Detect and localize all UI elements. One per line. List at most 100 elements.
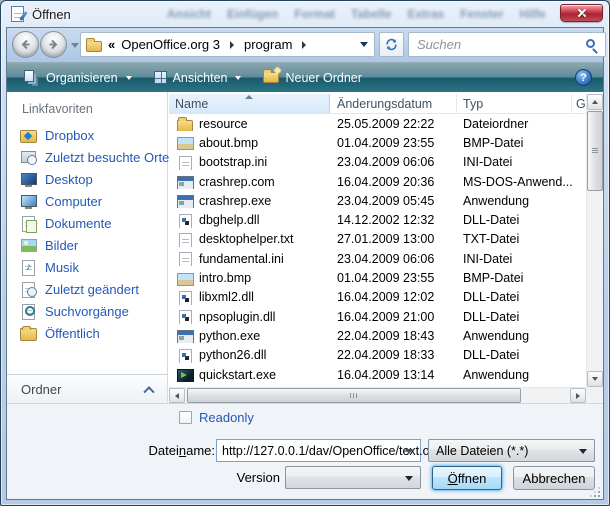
column-headers: Name Änderungsdatum Typ G <box>169 94 586 114</box>
sidebar-item-searches[interactable]: Suchvorgänge <box>7 300 167 322</box>
sidebar-item-recent-places[interactable]: Zuletzt besuchte Orte <box>7 146 167 168</box>
scroll-up-button[interactable] <box>587 94 603 110</box>
chevron-down-icon[interactable] <box>405 449 413 454</box>
file-row[interactable]: npsoplugin.dll 16.04.2009 21:00 DLL-Date… <box>169 307 586 326</box>
searches-icon <box>20 303 37 319</box>
filename-input[interactable]: http://127.0.0.1/dav/OpenOffice/text.odt <box>216 439 421 462</box>
dll-file-icon <box>177 348 193 363</box>
file-list: resource 25.05.2009 22:22 Dateiordner ab… <box>169 114 586 387</box>
column-header-name[interactable]: Name <box>169 94 330 113</box>
scroll-down-button[interactable] <box>587 371 603 387</box>
breadcrumb-separator-icon[interactable] <box>302 41 306 49</box>
triangle-down-icon <box>592 377 598 381</box>
favorites-list: Dropbox Zuletzt besuchte Orte Desktop Co… <box>7 124 167 344</box>
sidebar-item-computer[interactable]: Computer <box>7 190 167 212</box>
sidebar-item-dropbox[interactable]: Dropbox <box>7 124 167 146</box>
views-icon <box>154 71 167 84</box>
column-header-date[interactable]: Änderungsdatum <box>330 94 457 113</box>
scroll-left-button[interactable] <box>169 388 185 403</box>
readonly-option: Readonly <box>179 410 254 425</box>
file-row[interactable]: about.bmp 01.04.2009 23:55 BMP-Datei <box>169 133 586 152</box>
filename-label: Dateiname: <box>97 443 215 458</box>
background-menu-text: Ansicht Einfügen Format Tabelle Extras F… <box>167 7 546 21</box>
version-dropdown[interactable] <box>285 466 421 489</box>
organize-button[interactable]: Organisieren <box>15 66 141 90</box>
horizontal-scrollbar[interactable] <box>169 387 586 403</box>
text-file-icon <box>177 232 193 247</box>
search-input[interactable]: Suchen <box>408 32 606 57</box>
horizontal-scrollbar-thumb[interactable] <box>187 388 521 403</box>
file-row[interactable]: fundamental.ini 23.04.2009 06:06 INI-Dat… <box>169 249 586 268</box>
views-button[interactable]: Ansichten <box>145 66 251 90</box>
titlebar[interactable]: Ansicht Einfügen Format Tabelle Extras F… <box>1 1 609 27</box>
breadcrumb-separator-icon[interactable] <box>230 41 234 49</box>
close-button[interactable] <box>560 4 603 22</box>
file-row[interactable]: intro.bmp 01.04.2009 23:55 BMP-Datei <box>169 268 586 287</box>
navigation-bar: « OpenOffice.org 3 program Suchen <box>7 28 603 62</box>
sidebar-item-documents[interactable]: Dokumente <box>7 212 167 234</box>
dialog-client-area: « OpenOffice.org 3 program Suchen <box>6 27 604 500</box>
scrollbar-corner <box>586 387 603 403</box>
open-button[interactable]: Öffnen <box>432 466 502 490</box>
file-row[interactable]: quickstart.exe 16.04.2009 13:14 Anwendun… <box>169 365 586 384</box>
filetype-dropdown[interactable]: Alle Dateien (*.*) <box>428 439 595 462</box>
dll-file-icon <box>177 290 193 305</box>
filetype-value: Alle Dateien (*.*) <box>436 444 528 458</box>
chevron-down-icon <box>579 449 587 454</box>
desktop-icon <box>20 171 37 187</box>
breadcrumb-item-openoffice[interactable]: OpenOffice.org 3 <box>118 36 223 53</box>
file-row[interactable]: crashrep.exe 23.04.2009 05:45 Anwendung <box>169 191 586 210</box>
file-row[interactable]: resource 25.05.2009 22:22 Dateiordner <box>169 114 586 133</box>
vertical-scrollbar-thumb[interactable] <box>587 111 603 191</box>
back-button[interactable] <box>12 31 39 58</box>
refresh-button[interactable] <box>379 32 404 57</box>
arrow-right-icon <box>47 38 60 51</box>
documents-icon <box>20 215 37 231</box>
quickstart-file-icon <box>177 367 193 382</box>
breadcrumb-item-program[interactable]: program <box>241 36 295 53</box>
readonly-label[interactable]: Readonly <box>199 410 254 425</box>
application-file-icon <box>177 193 193 208</box>
cancel-button[interactable]: Abbrechen <box>513 466 595 490</box>
folders-expander[interactable]: Ordner <box>7 374 167 403</box>
file-row[interactable]: dbghelp.dll 14.12.2002 12:32 DLL-Datei <box>169 210 586 229</box>
breadcrumb-overflow-chevrons[interactable]: « <box>108 37 115 52</box>
folders-label: Ordner <box>21 382 61 397</box>
column-header-type[interactable]: Typ <box>457 94 572 113</box>
public-folder-icon <box>20 325 37 341</box>
search-icon[interactable] <box>586 39 595 48</box>
arrow-left-icon <box>19 38 32 51</box>
sidebar-item-pictures[interactable]: Bilder <box>7 234 167 256</box>
column-header-size[interactable]: G <box>572 94 586 113</box>
address-dropdown-button[interactable] <box>354 33 374 56</box>
version-label: Version <box>220 470 280 485</box>
help-button[interactable]: ? <box>575 69 592 86</box>
sidebar-item-public[interactable]: Öffentlich <box>7 322 167 344</box>
text-file-icon <box>177 155 193 170</box>
favorites-sidebar: Linkfavoriten Dropbox Zuletzt besuchte O… <box>7 92 168 403</box>
file-row[interactable]: desktophelper.txt 27.01.2009 13:00 TXT-D… <box>169 230 586 249</box>
open-dialog-window: Ansicht Einfügen Format Tabelle Extras F… <box>0 0 610 506</box>
sidebar-item-music[interactable]: Musik <box>7 256 167 278</box>
file-row[interactable]: bootstrap.ini 23.04.2009 06:06 INI-Datei <box>169 153 586 172</box>
forward-button[interactable] <box>40 31 67 58</box>
resize-grip[interactable] <box>589 486 600 497</box>
dropbox-folder-icon <box>20 127 37 143</box>
readonly-checkbox[interactable] <box>179 411 192 424</box>
chevron-down-icon <box>126 76 132 80</box>
breadcrumb[interactable]: « OpenOffice.org 3 program <box>80 32 375 57</box>
sidebar-item-desktop[interactable]: Desktop <box>7 168 167 190</box>
recent-places-icon <box>20 149 37 165</box>
chevron-up-icon <box>143 386 154 397</box>
file-row[interactable]: python.exe 22.04.2009 18:43 Anwendung <box>169 326 586 345</box>
file-row[interactable]: libxml2.dll 16.04.2009 12:02 DLL-Datei <box>169 288 586 307</box>
chevron-down-icon <box>360 42 368 47</box>
scroll-right-button[interactable] <box>570 388 586 403</box>
file-row[interactable]: crashrep.com 16.04.2009 20:36 MS-DOS-Anw… <box>169 172 586 191</box>
organize-label: Organisieren <box>46 71 118 85</box>
new-folder-button[interactable]: Neuer Ordner <box>254 66 370 90</box>
recent-pages-dropdown[interactable] <box>71 43 79 48</box>
vertical-scrollbar[interactable] <box>586 94 603 387</box>
file-row[interactable]: python26.dll 22.04.2009 18:33 DLL-Datei <box>169 346 586 365</box>
sidebar-item-recently-changed[interactable]: Zuletzt geändert <box>7 278 167 300</box>
